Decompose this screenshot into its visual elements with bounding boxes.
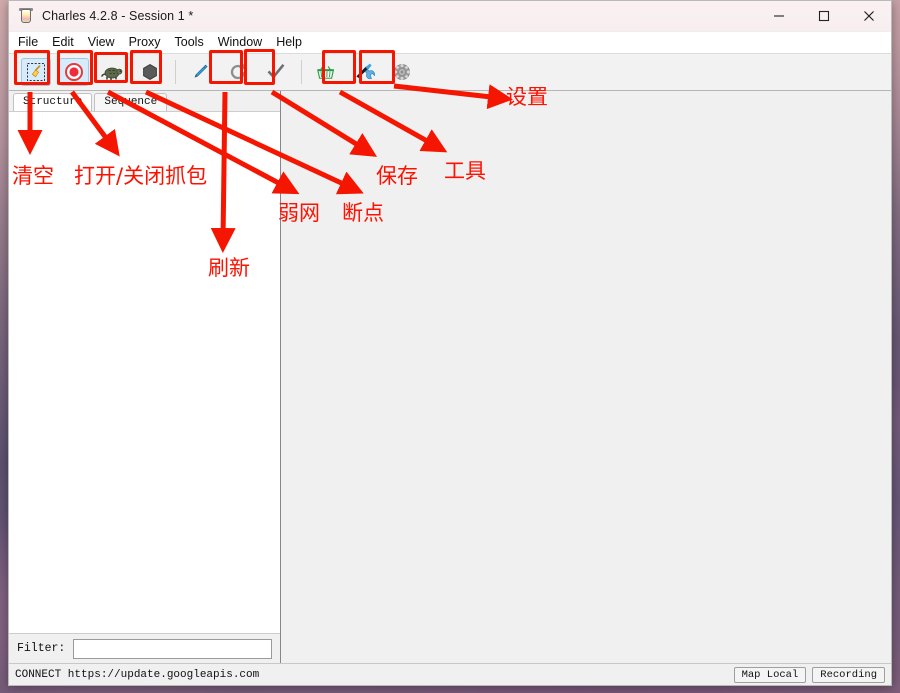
export-button[interactable]	[311, 58, 341, 86]
menu-item-tools[interactable]: Tools	[175, 34, 211, 51]
filter-input[interactable]	[73, 638, 272, 659]
status-badge-map-local[interactable]: Map Local	[733, 666, 807, 683]
settings-button[interactable]	[387, 58, 417, 86]
menu-item-help[interactable]: Help	[276, 34, 309, 51]
filter-label: Filter:	[17, 642, 66, 655]
session-tree[interactable]	[9, 112, 280, 633]
tools-button[interactable]	[349, 58, 379, 86]
charles-jar-icon	[18, 8, 34, 24]
window-controls	[756, 1, 891, 32]
gear-icon	[394, 64, 410, 80]
menu-item-view[interactable]: View	[88, 34, 122, 51]
charles-main-window: Charles 4.2.8 - Session 1 * File Edit Vi…	[8, 0, 892, 686]
record-toggle-button[interactable]	[59, 58, 89, 86]
menu-bar: File Edit View Proxy Tools Window Help	[9, 32, 891, 53]
breakpoints-button[interactable]	[135, 58, 165, 86]
pen-icon	[194, 64, 208, 78]
validate-button[interactable]	[261, 58, 291, 86]
status-bar: CONNECT https://update.googleapis.com Ma…	[9, 663, 891, 685]
toolbar-separator-2	[301, 60, 302, 84]
hexagon-icon	[143, 64, 157, 80]
menu-item-file[interactable]: File	[18, 34, 45, 51]
left-panel: Structure Sequence Filter:	[9, 91, 281, 663]
tools-icon	[356, 63, 375, 80]
menu-item-edit[interactable]: Edit	[52, 34, 81, 51]
minimize-icon[interactable]	[756, 1, 801, 32]
menu-item-proxy[interactable]: Proxy	[129, 34, 168, 51]
record-circle-icon	[65, 63, 83, 81]
maximize-icon[interactable]	[801, 1, 846, 32]
window-title: Charles 4.2.8 - Session 1 *	[42, 9, 194, 23]
status-badges: Map Local Recording	[733, 666, 885, 683]
tab-sequence[interactable]: Sequence	[94, 93, 168, 111]
basket-icon	[317, 66, 335, 79]
toolbar-separator-1	[175, 60, 176, 84]
repeat-button[interactable]	[223, 58, 253, 86]
right-detail-panel[interactable]	[281, 91, 891, 663]
checkmark-icon	[267, 63, 285, 79]
filter-row: Filter:	[9, 633, 280, 663]
menu-item-window[interactable]: Window	[218, 34, 269, 51]
turtle-icon	[101, 67, 123, 81]
desktop-background: Charles 4.2.8 - Session 1 * File Edit Vi…	[0, 0, 900, 693]
status-badge-recording[interactable]: Recording	[812, 666, 885, 683]
status-message: CONNECT https://update.googleapis.com	[15, 668, 260, 681]
refresh-icon	[230, 63, 246, 80]
broom-icon	[27, 63, 45, 81]
clear-session-button[interactable]	[21, 58, 51, 86]
panel-tabs: Structure Sequence	[9, 91, 280, 112]
title-bar: Charles 4.2.8 - Session 1 *	[9, 1, 891, 32]
tab-structure[interactable]: Structure	[13, 93, 93, 111]
throttle-button[interactable]	[97, 58, 127, 86]
main-content-area: Structure Sequence Filter:	[9, 91, 891, 663]
compose-button[interactable]	[185, 58, 215, 86]
close-icon[interactable]	[846, 1, 891, 32]
toolbar	[9, 53, 891, 91]
